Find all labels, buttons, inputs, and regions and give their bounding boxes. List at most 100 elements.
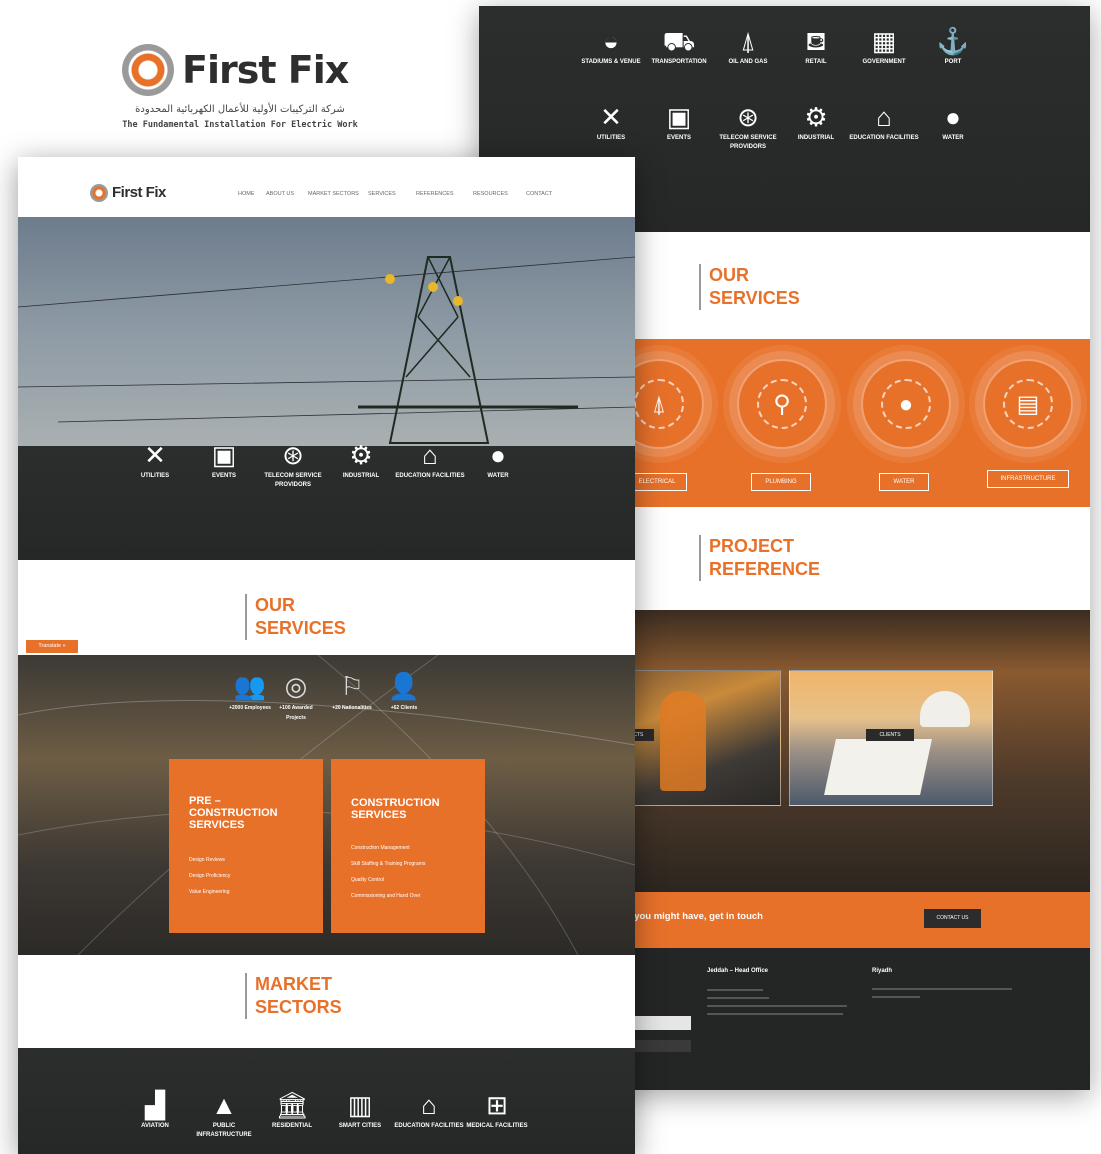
header-nav: First Fix HOME ABOUT US MARKET SECTORS S… [18, 157, 635, 217]
market-medical[interactable]: ⊞ MEDICAL FACILITIES [462, 1088, 532, 1131]
water-button[interactable]: WATER [879, 473, 929, 491]
nav-home[interactable]: HOME [238, 191, 255, 197]
calendar-icon: ▣ [211, 440, 237, 470]
home-icon: ⌂ [421, 1090, 437, 1120]
cart-icon: ⛾ [805, 26, 827, 56]
first-fix-logo-icon [122, 44, 174, 96]
nav-resources[interactable]: RESOURCES [473, 191, 508, 197]
sector-oil-gas[interactable]: ⍋ OIL AND GAS [713, 24, 783, 67]
construction-card[interactable]: CONSTRUCTION SERVICES Construction Manag… [331, 759, 485, 933]
helmet-figure [920, 691, 970, 727]
factory-icon: ▟ [145, 1090, 165, 1120]
sector-education[interactable]: ⌂ EDUCATION FACILITIES [849, 100, 919, 143]
antenna-icon: ⊛ [282, 440, 304, 470]
stadium-icon: ◒ [603, 26, 619, 56]
list-item: Quality Control [351, 877, 385, 883]
stat-projects: ◎ +100 Awarded Projects [272, 669, 320, 723]
market-public-infrastructure[interactable]: ▲ PUBLIC INFRASTRUCTURE [189, 1088, 259, 1140]
plumbing-button[interactable]: PLUMBING [751, 473, 811, 491]
sector-utilities[interactable]: ✕ UTILITIES [576, 100, 646, 143]
brand-english-tagline: The Fundamental Installation For Electri… [122, 120, 358, 130]
bank-icon: 🏛 [275, 1090, 309, 1120]
sector-water[interactable]: ● WATER [918, 100, 988, 143]
list-item: Skill Staffing & Training Programs [351, 861, 426, 867]
list-item: Design Reviews [189, 857, 225, 863]
sector-telecom[interactable]: ⊛ TELECOM SERVICE PROVIDORS [258, 438, 328, 490]
pre-construction-card[interactable]: PRE – CONSTRUCTION SERVICES Design Revie… [169, 759, 323, 933]
clients-label[interactable]: CLIENTS [866, 729, 914, 741]
stat-employees: 👥 +2000 Employees [221, 669, 279, 713]
antenna-icon: ⊛ [737, 102, 759, 132]
plumbing-circle: ⚲ [737, 359, 827, 449]
sector-education[interactable]: ⌂ EDUCATION FACILITIES [395, 438, 465, 481]
sector-events[interactable]: ▣ EVENTS [189, 438, 259, 481]
riyadh-contact-lines [872, 988, 1022, 998]
jeddah-contact-lines [707, 986, 857, 1026]
sector-port[interactable]: ⚓ PORT [918, 24, 988, 67]
nav-market-sectors[interactable]: MARKET SECTORS [308, 191, 359, 197]
factory-gear-icon: ⚙ [804, 102, 828, 132]
riyadh-office-title: Riyadh [872, 968, 893, 974]
contact-us-button[interactable]: CONTACT US [924, 909, 981, 928]
header-logo-text[interactable]: First Fix [112, 184, 166, 201]
brand-arabic-tagline: شركة التركيبات الأولية للأعمال الكهربائي… [135, 104, 345, 115]
sector-industrial[interactable]: ⚙ INDUSTRIAL [781, 100, 851, 143]
front-sectors-band: ✕ UTILITIES ▣ EVENTS ⊛ TELECOM SERVICE P… [18, 440, 635, 560]
nav-references[interactable]: REFERENCES [416, 191, 454, 197]
infrastructure-button[interactable]: INFRASTRUCTURE [987, 470, 1069, 488]
people-icon: 👥 [233, 671, 267, 701]
sector-events[interactable]: ▣ EVENTS [644, 100, 714, 143]
list-item: Design Proficiency [189, 873, 231, 879]
sector-industrial[interactable]: ⚙ INDUSTRIAL [326, 438, 396, 481]
sector-retail[interactable]: ⛾ RETAIL [781, 24, 851, 67]
document-figure [824, 739, 932, 795]
nav-services[interactable]: SERVICES [368, 191, 396, 197]
valve-icon: ⚲ [757, 379, 807, 429]
newsletter-submit-button[interactable] [635, 1040, 691, 1052]
tools-icon: ✕ [144, 440, 166, 470]
stat-nationalities: ⚐ +20 Nationalities [324, 669, 380, 713]
list-item: Commissioning and Hand Over [351, 893, 421, 899]
train-icon: ⛟ [662, 26, 696, 56]
first-fix-logo-icon[interactable] [90, 184, 108, 202]
front-page-screenshot: First Fix HOME ABOUT US MARKET SECTORS S… [18, 157, 635, 1154]
sector-stadiums[interactable]: ◒ STADIUMS & VENUE [576, 24, 646, 67]
sector-water[interactable]: ● WATER [463, 438, 533, 481]
jeddah-office-title: Jeddah – Head Office [707, 968, 769, 974]
translate-button[interactable]: Translate » [26, 640, 78, 653]
factory-gear-icon: ⚙ [349, 440, 373, 470]
calendar-icon: ▣ [666, 102, 692, 132]
anchor-icon: ⚓ [936, 26, 970, 56]
clients-photo[interactable]: CLIENTS [789, 670, 993, 806]
power-line-photo [18, 256, 635, 444]
sector-telecom[interactable]: ⊛ TELECOM SERVICE PROVIDORS [713, 100, 783, 152]
stat-clients: 👤 +62 Clients [376, 669, 432, 713]
nav-contact[interactable]: CONTACT [526, 191, 552, 197]
sector-utilities[interactable]: ✕ UTILITIES [120, 438, 190, 481]
city-icon: ▥ [347, 1090, 373, 1120]
drop-icon: ● [490, 440, 506, 470]
newsletter-input[interactable] [635, 1016, 691, 1030]
brand-logo: First Fix شركة التركيبات الأولية للأعمال… [118, 42, 358, 137]
market-education[interactable]: ⌂ EDUCATION FACILITIES [394, 1088, 464, 1131]
sector-transportation[interactable]: ⛟ TRANSPORTATION [644, 24, 714, 67]
back-project-heading: PROJECT REFERENCE [699, 535, 820, 581]
sector-government[interactable]: ▦ GOVERNMENT [849, 24, 919, 67]
market-aviation[interactable]: ▟ AVIATION [120, 1088, 190, 1131]
market-sectors-heading: MARKET SECTORS [245, 973, 342, 1019]
electrical-button[interactable]: ELECTRICAL [627, 473, 687, 491]
hero-image [18, 217, 635, 446]
bricks-icon: ▤ [1003, 379, 1053, 429]
market-sectors-band: ▟ AVIATION ▲ PUBLIC INFRASTRUCTURE 🏛 RES… [18, 1048, 635, 1154]
infrastructure-circle: ▤ [983, 359, 1073, 449]
market-residential[interactable]: 🏛 RESIDENTIAL [257, 1088, 327, 1131]
home-icon: ⌂ [876, 102, 892, 132]
front-services-heading: OUR SERVICES [245, 594, 346, 640]
home-icon: ⌂ [422, 440, 438, 470]
drop-icon: ● [881, 379, 931, 429]
back-services-heading: OUR SERVICES [699, 264, 800, 310]
nav-about-us[interactable]: ABOUT US [266, 191, 294, 197]
list-item: Construction Management [351, 845, 410, 851]
market-smart-cities[interactable]: ▥ SMART CITIES [325, 1088, 395, 1131]
worker-figure [660, 691, 706, 791]
